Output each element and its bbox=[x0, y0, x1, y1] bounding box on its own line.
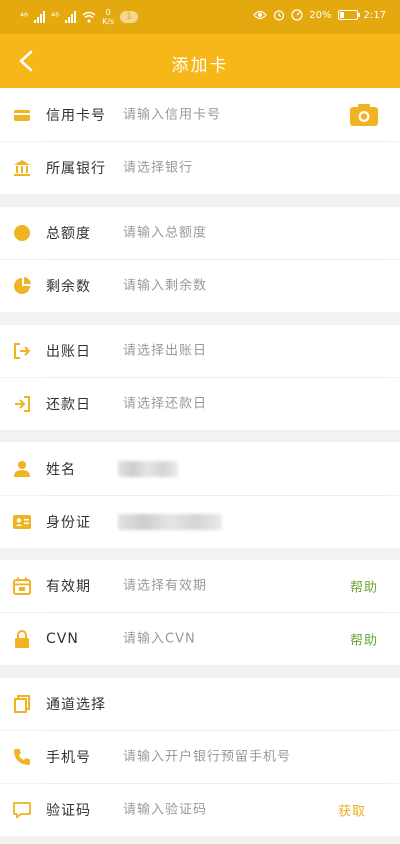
expiry-select[interactable] bbox=[123, 578, 333, 594]
cvn-label: CVN bbox=[46, 631, 79, 647]
bank-icon bbox=[12, 158, 32, 178]
expiry-label: 有效期 bbox=[46, 579, 91, 595]
channel-label: 通道选择 bbox=[46, 697, 106, 713]
lock-icon bbox=[12, 629, 32, 649]
repayment-day-row[interactable]: 还款日 bbox=[0, 378, 400, 430]
bank-label: 所属银行 bbox=[46, 161, 106, 177]
logout-icon bbox=[12, 341, 32, 361]
signal-label-1: ⁴⁶ bbox=[20, 11, 29, 23]
battery-icon bbox=[337, 10, 360, 20]
eye-icon bbox=[253, 10, 268, 20]
battery-percent: 20% bbox=[309, 9, 332, 21]
notification-badge: 1 bbox=[120, 11, 138, 23]
name-label: 姓名 bbox=[46, 461, 76, 478]
copy-icon bbox=[12, 694, 32, 714]
code-row[interactable]: 验证码 获取 bbox=[0, 784, 400, 836]
phone-label: 手机号 bbox=[46, 750, 91, 766]
repayment-day-label: 还款日 bbox=[46, 397, 91, 413]
expiry-help-link[interactable]: 帮助 bbox=[350, 577, 378, 596]
title-bar: 添加卡 bbox=[0, 34, 400, 88]
cvn-row[interactable]: CVN 帮助 bbox=[0, 613, 400, 665]
wifi-icon bbox=[82, 11, 96, 23]
name-row[interactable]: 姓名 bbox=[0, 442, 400, 495]
code-input[interactable] bbox=[123, 802, 333, 818]
total-limit-row[interactable]: 总额度 bbox=[0, 207, 400, 259]
statement-day-row[interactable]: 出账日 bbox=[0, 325, 400, 377]
id-card-row[interactable]: 身份证 bbox=[0, 496, 400, 548]
total-limit-label: 总额度 bbox=[46, 226, 91, 242]
status-bar: ⁴⁶ ⁴⁶ 0 K/s 1 20% 2:17 bbox=[0, 0, 400, 34]
expiry-row[interactable]: 有效期 帮助 bbox=[0, 560, 400, 612]
bank-row[interactable]: 所属银行 bbox=[0, 142, 400, 194]
signal-icon-2 bbox=[65, 11, 77, 23]
clock: 2:17 bbox=[363, 9, 386, 21]
bank-select[interactable] bbox=[123, 160, 333, 176]
credit-card-row[interactable]: 信用卡号 bbox=[0, 88, 400, 141]
camera-icon bbox=[350, 103, 378, 126]
credit-card-icon bbox=[12, 105, 32, 125]
phone-input[interactable] bbox=[123, 749, 363, 765]
channel-row[interactable]: 通道选择 bbox=[0, 678, 400, 730]
message-icon bbox=[12, 800, 32, 820]
circle-icon bbox=[12, 223, 32, 243]
code-label: 验证码 bbox=[46, 803, 91, 819]
id-card-value-redacted[interactable] bbox=[118, 514, 222, 530]
remaining-label: 剩余数 bbox=[46, 279, 91, 295]
remaining-input[interactable] bbox=[123, 278, 333, 294]
credit-card-label: 信用卡号 bbox=[46, 107, 106, 124]
credit-card-input[interactable] bbox=[123, 107, 333, 122]
remaining-row[interactable]: 剩余数 bbox=[0, 260, 400, 312]
cvn-help-link[interactable]: 帮助 bbox=[350, 630, 378, 649]
signal-label-2: ⁴⁶ bbox=[51, 11, 60, 23]
speedometer-icon bbox=[291, 9, 303, 21]
network-speed: 0 K/s bbox=[102, 8, 115, 26]
name-value-redacted[interactable] bbox=[118, 460, 178, 477]
user-icon bbox=[12, 459, 32, 479]
id-card-icon bbox=[12, 512, 32, 532]
get-code-button[interactable]: 获取 bbox=[338, 801, 366, 820]
statement-day-label: 出账日 bbox=[46, 344, 91, 360]
login-icon bbox=[12, 394, 32, 414]
repayment-day-select[interactable] bbox=[123, 396, 333, 412]
cvn-input[interactable] bbox=[123, 631, 333, 647]
signal-icon bbox=[34, 11, 46, 23]
camera-button[interactable] bbox=[349, 102, 379, 128]
phone-icon bbox=[12, 747, 32, 767]
page-title: 添加卡 bbox=[171, 56, 229, 76]
id-card-label: 身份证 bbox=[46, 515, 91, 531]
pie-chart-icon bbox=[12, 276, 32, 296]
calendar-icon bbox=[12, 576, 32, 596]
alarm-icon bbox=[274, 10, 285, 21]
total-limit-input[interactable] bbox=[123, 225, 333, 241]
phone-row[interactable]: 手机号 bbox=[0, 731, 400, 783]
statement-day-select[interactable] bbox=[123, 343, 333, 359]
